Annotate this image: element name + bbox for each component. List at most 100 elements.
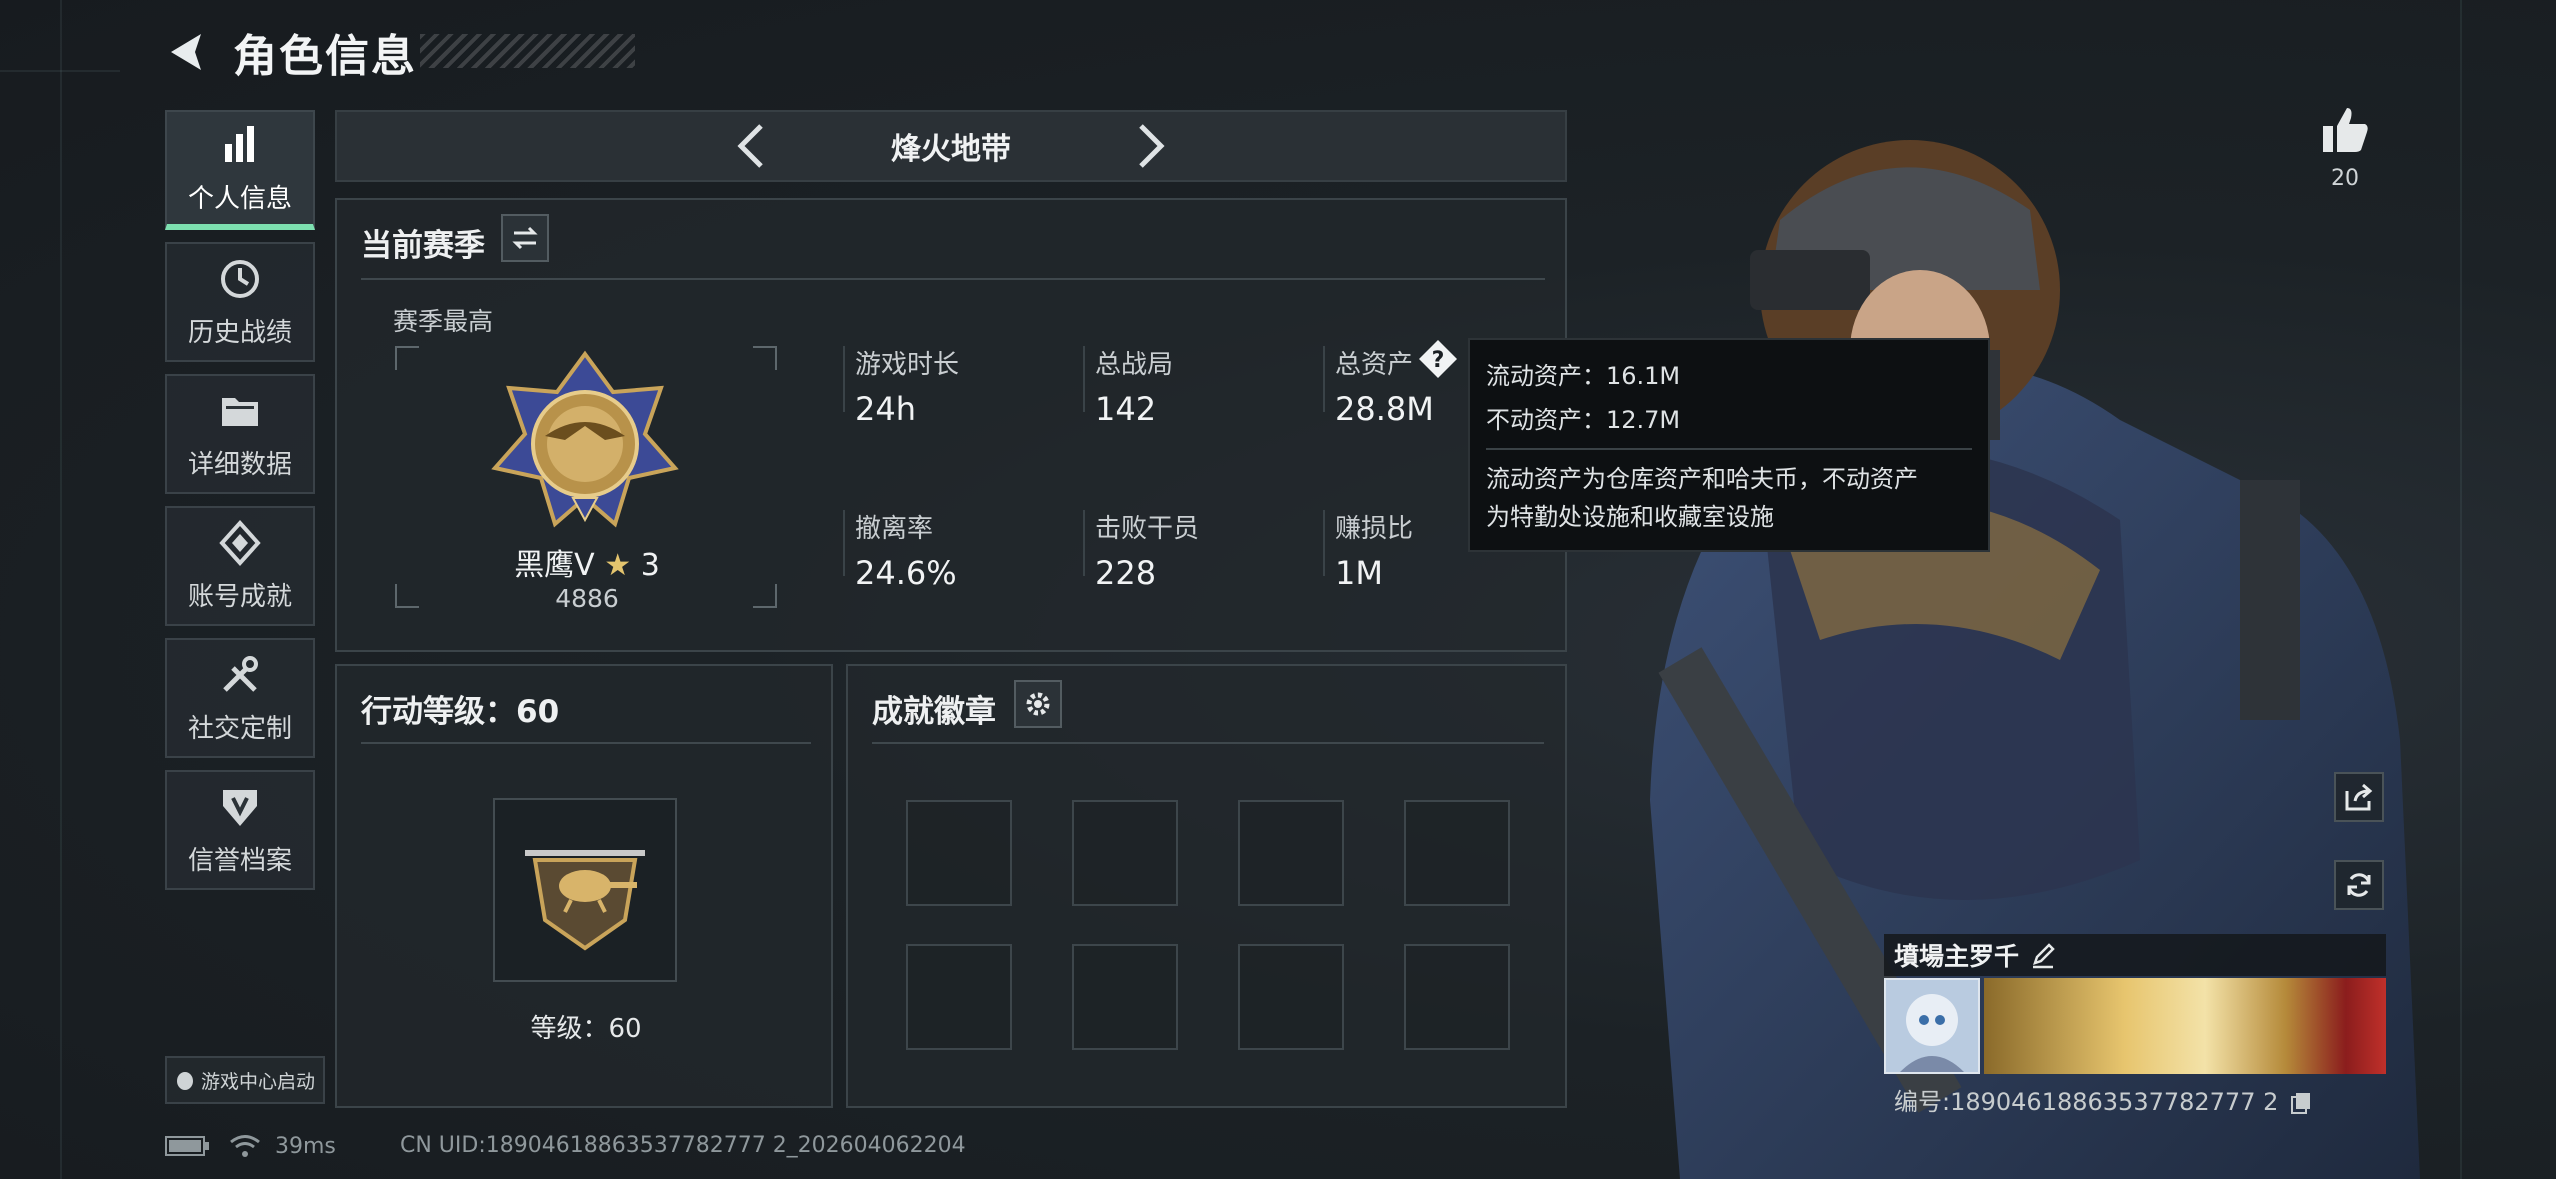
stat-value-extract-rate: 24.6%: [855, 554, 957, 592]
rank-name: 黑鹰V: [514, 548, 595, 583]
player-name-card: 墳場主罗千: [1884, 934, 2386, 1084]
stat-separator: [1323, 346, 1325, 412]
sidebar-item-history[interactable]: 历史战绩: [165, 242, 315, 362]
swap-icon: [512, 226, 538, 250]
sidebar-item-social[interactable]: 社交定制: [165, 638, 315, 758]
tooltip-desc-line1: 流动资产为仓库资产和哈夫币，不动资产: [1486, 465, 1918, 493]
name-card-banner: [1984, 978, 2386, 1074]
svg-text:?: ?: [1432, 348, 1445, 373]
sidebar-item-label: 账号成就: [187, 581, 292, 612]
season-panel: 当前赛季 赛季最高 黑鹰V ★ 3 4886 游戏时长 24h 总战局 142 …: [335, 198, 1567, 652]
stat-label-extract-rate: 撤离率: [855, 514, 934, 544]
mode-selector: 烽火地带: [335, 110, 1567, 182]
sidebar-item-label: 历史战绩: [187, 317, 292, 348]
divider: [872, 742, 1544, 744]
badge-settings-button[interactable]: [1014, 680, 1062, 728]
stat-label-kills: 击败干员: [1095, 514, 1200, 544]
level-panel: 行动等级：60 等级：60: [335, 664, 833, 1108]
level-title: 行动等级：60: [361, 694, 560, 730]
wifi-icon: [230, 1135, 260, 1157]
tools-icon: [223, 655, 258, 692]
helicopter-emblem-icon: [525, 850, 645, 951]
avatar[interactable]: [1884, 978, 1980, 1074]
sidebar-item-credit[interactable]: 信誉档案: [165, 770, 315, 890]
title-decoration: [420, 34, 635, 68]
copy-icon[interactable]: [2290, 1091, 2312, 1115]
stat-value-matches: 142: [1095, 390, 1157, 428]
stat-value-kills: 228: [1095, 554, 1157, 592]
sidebar-item-profile[interactable]: 个人信息: [165, 110, 315, 230]
stat-label-profit-ratio: 赚损比: [1335, 514, 1414, 544]
rank-line: 黑鹰V ★ 3: [397, 540, 777, 584]
page-header: 角色信息: [165, 22, 417, 82]
mode-name: 烽火地带: [891, 132, 1011, 167]
sidebar-item-label: 社交定制: [187, 713, 292, 744]
grid-line: [2460, 0, 2462, 1179]
player-name-bar: 墳場主罗千: [1884, 934, 2386, 976]
sidebar-nav: 个人信息 历史战绩 详细数据 账号成就 社交定制 信誉档案: [165, 110, 315, 902]
folder-icon: [222, 397, 258, 426]
badge-slot[interactable]: [1238, 944, 1344, 1050]
thumbs-up-icon[interactable]: [2319, 104, 2371, 156]
sidebar-item-label: 信誉档案: [187, 845, 292, 876]
badge-slot[interactable]: [1072, 944, 1178, 1050]
level-label: 等级：60: [530, 1014, 642, 1044]
tooltip-fixed-assets: 不动资产：12.7M: [1486, 406, 1681, 434]
page-title: 角色信息: [233, 31, 417, 82]
season-title: 当前赛季: [361, 228, 485, 264]
divider: [361, 278, 1545, 280]
share-icon: [2345, 783, 2373, 811]
chevron-right-icon[interactable]: [1131, 118, 1171, 174]
divider: [361, 742, 811, 744]
bar-chart-icon: [225, 125, 254, 162]
sidebar-item-label: 详细数据: [187, 449, 292, 480]
refresh-button[interactable]: [2334, 860, 2384, 910]
badge-slot[interactable]: [1404, 944, 1510, 1050]
frame-corner: [753, 346, 777, 370]
stat-label-matches: 总战局: [1095, 350, 1174, 380]
stat-label-assets: 总资产: [1335, 350, 1414, 380]
frame-corner: [395, 346, 419, 370]
achievement-icon: [219, 519, 261, 566]
rank-emblem-icon: [491, 350, 679, 528]
season-switch-button[interactable]: [501, 214, 549, 262]
chevron-left-icon[interactable]: [731, 118, 771, 174]
badge-slot[interactable]: [1404, 800, 1510, 906]
stat-label-playtime: 游戏时长: [855, 350, 960, 380]
launch-label: 游戏中心启动: [200, 1070, 315, 1093]
player-name: 墳場主罗千: [1894, 942, 2020, 971]
sidebar-item-details[interactable]: 详细数据: [165, 374, 315, 494]
badges-panel: 成就徽章: [846, 664, 1567, 1108]
avatar-image: [1900, 994, 1964, 1072]
refresh-icon: [2347, 873, 2371, 897]
tooltip-liquid-assets: 流动资产：16.1M: [1486, 362, 1681, 390]
share-button[interactable]: [2334, 772, 2384, 822]
stat-separator: [1083, 346, 1085, 412]
edit-icon[interactable]: [2029, 941, 2057, 969]
stat-separator: [1323, 510, 1325, 576]
like-count: 20: [2331, 166, 2359, 191]
player-id-text: 编号:18904618863537782777 2: [1894, 1088, 2279, 1116]
badge-slot[interactable]: [906, 944, 1012, 1050]
gear-icon: [1026, 692, 1050, 716]
help-icon[interactable]: ?: [1417, 338, 1459, 380]
cn-uid: CN UID:18904618863537782777 2_2026040622…: [400, 1133, 966, 1158]
back-arrow-icon[interactable]: [165, 30, 209, 74]
tooltip-desc-line2: 为特勤处设施和收藏室设施: [1486, 503, 1774, 531]
rank-stars: 3: [640, 548, 660, 583]
penguin-icon: [176, 1072, 193, 1090]
badge-slot[interactable]: [1072, 800, 1178, 906]
like-widget[interactable]: 20: [2310, 104, 2380, 191]
grid-line: [0, 70, 120, 72]
stat-value-profit-ratio: 1M: [1335, 554, 1383, 592]
clock-icon: [221, 259, 259, 298]
sidebar-item-achievements[interactable]: 账号成就: [165, 506, 315, 626]
battery-icon: [165, 1136, 209, 1156]
rank-score: 4886: [555, 584, 619, 613]
badge-slot[interactable]: [906, 800, 1012, 906]
game-center-launch-badge[interactable]: 游戏中心启动: [165, 1056, 325, 1104]
sidebar-item-label: 个人信息: [187, 183, 292, 214]
player-id: 编号:18904618863537782777 2: [1894, 1082, 2312, 1117]
badge-slot[interactable]: [1238, 800, 1344, 906]
divider: [1486, 448, 1972, 450]
